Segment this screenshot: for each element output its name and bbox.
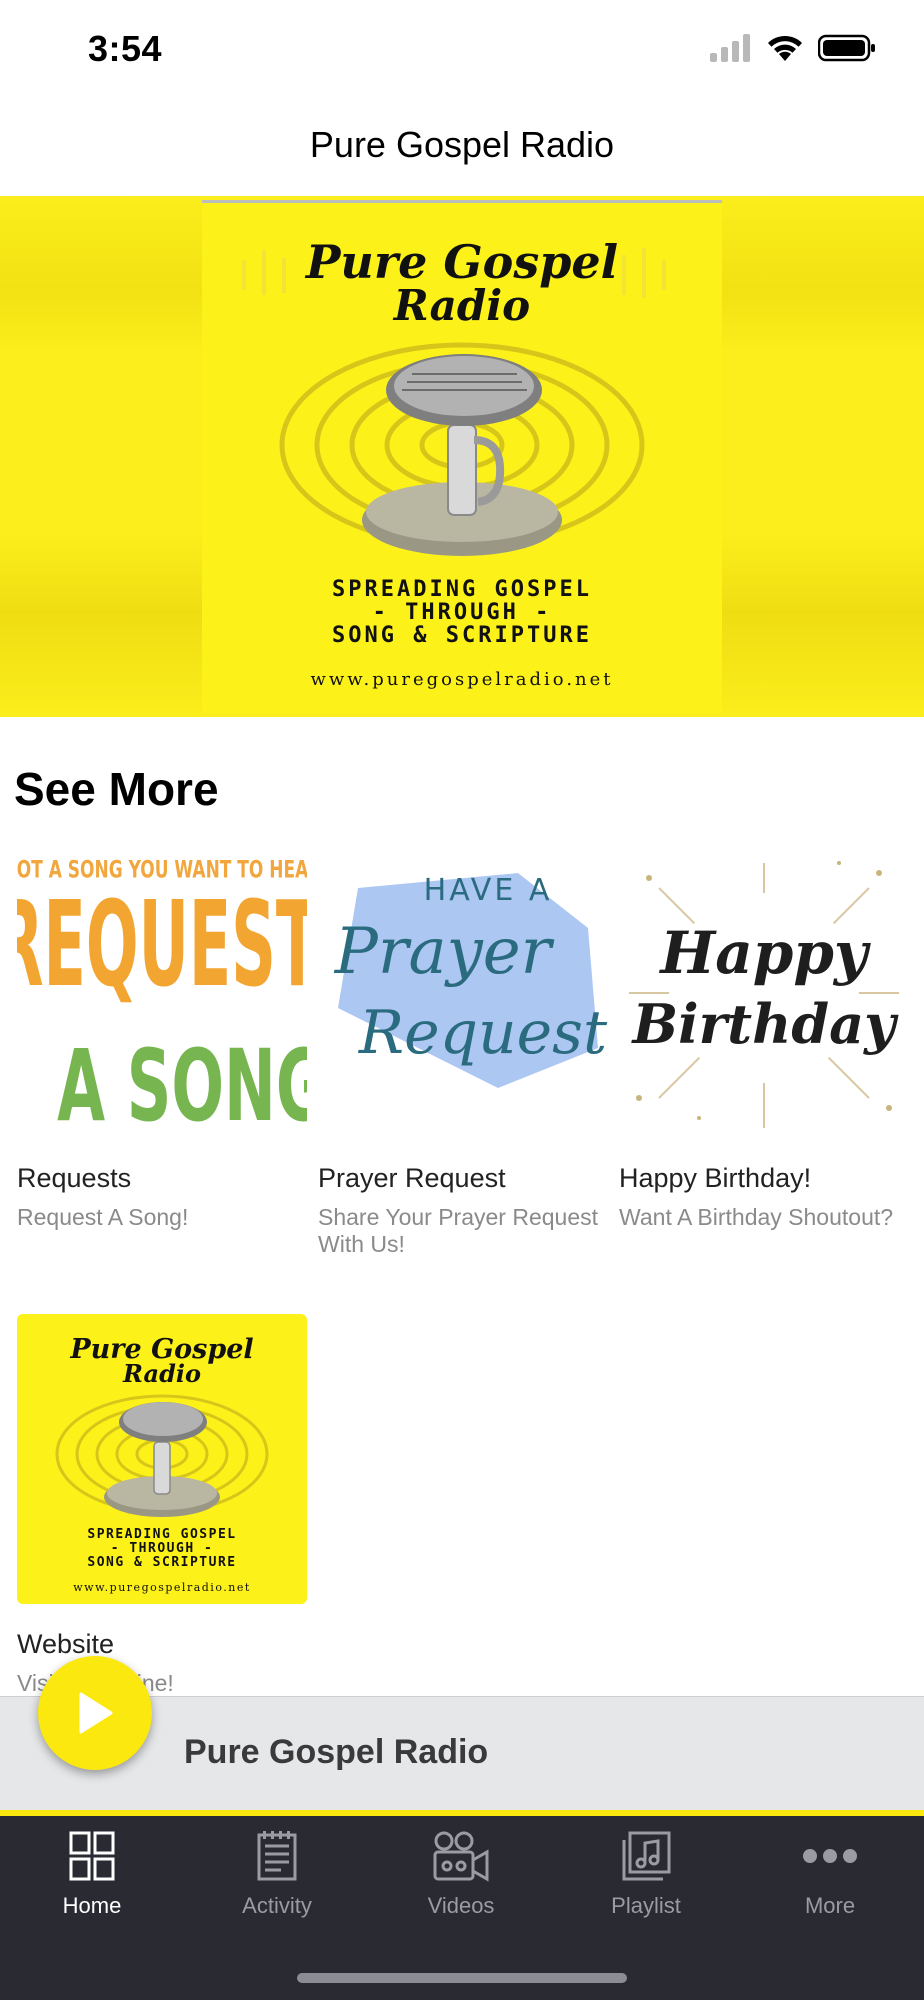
tab-label-home: Home	[62, 1893, 122, 1918]
tile-prayer-request[interactable]: HAVE A Prayer Request Prayer Request Sha…	[318, 848, 608, 1258]
requests-art-line2: A SONG	[57, 1028, 307, 1138]
tile-title-prayer-request: Prayer Request	[318, 1163, 506, 1193]
prayer-art-line2: Request	[358, 998, 608, 1068]
website-art-tag1: SPREADING GOSPEL	[87, 1527, 236, 1542]
website-art-tag3: SONG & SCRIPTURE	[87, 1555, 236, 1570]
status-bar: 3:54	[0, 0, 924, 100]
tab-videos[interactable]: Videos	[369, 1830, 553, 1919]
home-indicator	[297, 1973, 627, 1983]
hero-blur-left	[0, 196, 202, 717]
happy-birthday-image: Happy Birthday	[619, 848, 909, 1138]
hero-tagline-1: SPREADING GOSPEL	[332, 577, 592, 602]
status-icons	[710, 34, 876, 62]
video-camera-icon	[433, 1831, 489, 1882]
play-button[interactable]	[38, 1656, 152, 1770]
tab-more[interactable]: More	[738, 1830, 922, 1919]
section-title: See More	[14, 763, 219, 815]
ellipsis-icon	[803, 1849, 857, 1863]
birthday-art-line2: Birthday	[631, 992, 900, 1056]
tile-subtitle-requests: Request A Song!	[17, 1204, 189, 1230]
hero-tagline-3: SONG & SCRIPTURE	[332, 623, 592, 648]
tile-title-happy-birthday: Happy Birthday!	[619, 1163, 812, 1193]
tile-title-requests: Requests	[17, 1163, 132, 1193]
tile-requests[interactable]: GOT A SONG YOU WANT TO HEAR? REQUEST A S…	[0, 848, 331, 1231]
tab-label-more: More	[804, 1893, 856, 1918]
tab-playlist[interactable]: Playlist	[554, 1830, 738, 1919]
page-title: Pure Gospel Radio	[309, 124, 615, 165]
birthday-art-line1: Happy	[658, 919, 871, 987]
status-time: 3:54	[88, 28, 163, 69]
tile-subtitle-prayer-request: Share Your Prayer Request With Us!	[318, 1204, 599, 1257]
website-logo-image: Pure Gospel Radio SPREADING GOSPEL - THR…	[17, 1314, 307, 1604]
website-art-url: www.puregospelradio.net	[73, 1581, 251, 1594]
tab-activity[interactable]: Activity	[185, 1830, 369, 1919]
hero-tagline-2: - THROUGH -	[373, 600, 552, 625]
notepad-icon	[257, 1831, 297, 1881]
prayer-request-image: HAVE A Prayer Request	[318, 848, 608, 1138]
grid-icon	[69, 1831, 115, 1881]
music-note-icon	[622, 1831, 671, 1881]
cellular-signal-icon	[710, 34, 750, 62]
station-logo-image: Pure Gospel Radio SPREADING GOSPEL - THR…	[202, 200, 722, 713]
tab-label-videos: Videos	[427, 1893, 495, 1918]
prayer-art-line1: Prayer	[334, 915, 555, 989]
player-station-title: Pure Gospel Radio	[184, 1733, 489, 1771]
tab-label-playlist: Playlist	[611, 1893, 681, 1918]
tab-home[interactable]: Home	[0, 1830, 184, 1919]
tab-label-activity: Activity	[242, 1893, 312, 1918]
hero-url: www.puregospelradio.net	[310, 669, 613, 690]
tile-title-website: Website	[17, 1629, 115, 1659]
play-icon	[79, 1692, 113, 1734]
hero-banner[interactable]: Pure Gospel Radio SPREADING GOSPEL - THR…	[0, 196, 924, 717]
website-art-line2: Radio	[122, 1359, 201, 1388]
wifi-icon	[768, 35, 802, 61]
tile-subtitle-happy-birthday: Want A Birthday Shoutout?	[619, 1204, 894, 1230]
hero-blur-right	[722, 196, 924, 717]
battery-icon	[818, 34, 875, 62]
website-art-tag2: - THROUGH -	[111, 1541, 214, 1556]
hero-logo-line2: Radio	[393, 281, 530, 330]
request-a-song-image: GOT A SONG YOU WANT TO HEAR? REQUEST A S…	[0, 848, 331, 1144]
tile-website[interactable]: Pure Gospel Radio SPREADING GOSPEL - THR…	[17, 1314, 307, 1697]
prayer-art-top: HAVE A	[424, 873, 553, 908]
requests-art-line1: REQUEST	[17, 877, 307, 1013]
tile-happy-birthday[interactable]: Happy Birthday Happy Birthday! Want A Bi…	[619, 848, 909, 1231]
